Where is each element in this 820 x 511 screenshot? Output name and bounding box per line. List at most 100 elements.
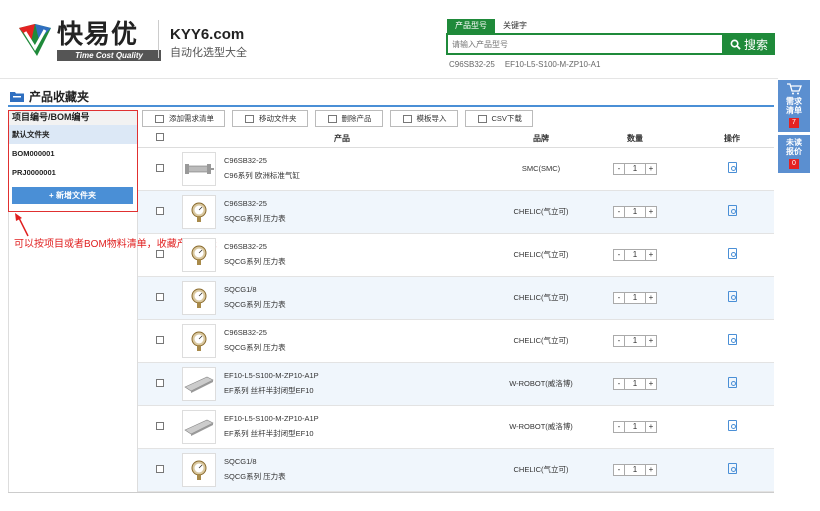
move-folder-button[interactable]: 移动文件夹 — [232, 110, 308, 127]
op-cell — [690, 233, 774, 277]
qty-decrease-button[interactable]: - — [614, 336, 624, 346]
qty-value[interactable]: 1 — [624, 163, 646, 174]
product-cell: C96SB32-25 SQCG系列 压力表 — [182, 319, 502, 363]
search-hint-link[interactable]: C96SB32-25 — [449, 60, 495, 69]
cart-icon — [787, 83, 802, 95]
product-thumbnail[interactable] — [182, 409, 216, 444]
brand-cell: CHELIC(气立可) — [502, 319, 580, 363]
row-checkbox[interactable] — [156, 378, 164, 387]
inquiry-icon[interactable] — [727, 248, 737, 259]
qty-increase-button[interactable]: + — [646, 422, 656, 432]
qty-increase-button[interactable]: + — [646, 379, 656, 389]
product-code[interactable]: SQCG1/8 — [224, 457, 286, 466]
qty-decrease-button[interactable]: - — [614, 164, 624, 174]
op-cell — [690, 190, 774, 234]
qty-value[interactable]: 1 — [624, 249, 646, 260]
inquiry-icon[interactable] — [727, 463, 737, 474]
row-select-cell — [138, 147, 182, 191]
site-subtitle: 自动化选型大全 — [170, 47, 247, 59]
product-table: 产品 品牌 数量 操作 C96SB32-25 C96系列 欧洲标准气缸 SMC(… — [138, 130, 774, 492]
qty-decrease-button[interactable]: - — [614, 250, 624, 260]
tab-product-model[interactable]: 产品型号 — [447, 19, 495, 33]
qty-decrease-button[interactable]: - — [614, 207, 624, 217]
search-hint-link[interactable]: EF10-L5-S100-M-ZP10-A1 — [505, 60, 601, 69]
row-select-cell — [138, 405, 182, 449]
row-checkbox[interactable] — [156, 464, 164, 473]
qty-value[interactable]: 1 — [624, 206, 646, 217]
qty-increase-button[interactable]: + — [646, 336, 656, 346]
site-logo[interactable]: 快易优 Time Cost Quality — [17, 20, 161, 62]
brand-cell: CHELIC(气立可) — [502, 448, 580, 492]
demand-label-2: 清单 — [786, 106, 802, 115]
qty-increase-button[interactable]: + — [646, 164, 656, 174]
product-thumbnail[interactable] — [182, 366, 216, 401]
inquiry-icon[interactable] — [727, 420, 737, 431]
search-button[interactable]: 搜索 — [723, 33, 775, 55]
qty-value[interactable]: 1 — [624, 292, 646, 303]
search-input[interactable] — [448, 35, 722, 53]
product-code[interactable]: C96SB32-25 — [224, 199, 286, 208]
delete-product-button[interactable]: 删除产品 — [314, 110, 383, 127]
qty-value[interactable]: 1 — [624, 378, 646, 389]
row-checkbox[interactable] — [156, 206, 164, 215]
qty-increase-button[interactable]: + — [646, 465, 656, 475]
tab-keyword[interactable]: 关键字 — [495, 19, 535, 33]
select-all-checkbox[interactable] — [156, 133, 164, 142]
product-thumbnail[interactable] — [182, 151, 216, 186]
qty-value[interactable]: 1 — [624, 464, 646, 475]
table-body: C96SB32-25 C96系列 欧洲标准气缸 SMC(SMC) - 1 + C… — [138, 147, 774, 492]
row-select-cell — [138, 362, 182, 406]
inquiry-icon[interactable] — [727, 162, 737, 173]
qty-increase-button[interactable]: + — [646, 293, 656, 303]
product-thumbnail[interactable] — [182, 194, 216, 229]
product-thumbnail[interactable] — [182, 452, 216, 487]
op-cell — [690, 405, 774, 449]
qty-decrease-button[interactable]: - — [614, 422, 624, 432]
row-checkbox[interactable] — [156, 335, 164, 344]
product-thumbnail[interactable] — [182, 323, 216, 358]
inquiry-icon[interactable] — [727, 377, 737, 388]
qty-increase-button[interactable]: + — [646, 250, 656, 260]
op-cell — [690, 362, 774, 406]
button-label: 添加需求清单 — [169, 114, 214, 123]
demand-list-button[interactable]: 需求 清单 7 — [778, 80, 810, 132]
quantity-stepper: - 1 + — [613, 205, 657, 218]
button-label: 模板导入 — [416, 114, 447, 123]
row-checkbox[interactable] — [156, 249, 164, 258]
product-code[interactable]: C96SB32-25 — [224, 156, 300, 165]
product-desc: SQCG系列 压力表 — [224, 214, 286, 223]
product-code[interactable]: EF10-L5-S100-M-ZP10-A1P — [224, 371, 319, 380]
col-op: 操作 — [690, 130, 774, 148]
product-desc: SQCG系列 压力表 — [224, 257, 286, 266]
add-demand-list-button[interactable]: 添加需求清单 — [142, 110, 225, 127]
qty-cell: - 1 + — [580, 405, 690, 449]
product-thumbnail[interactable] — [182, 237, 216, 272]
product-desc: SQCG系列 压力表 — [224, 300, 286, 309]
product-code[interactable]: EF10-L5-S100-M-ZP10-A1P — [224, 414, 319, 423]
qty-value[interactable]: 1 — [624, 335, 646, 346]
product-code[interactable]: C96SB32-25 — [224, 328, 286, 337]
qty-cell: - 1 + — [580, 362, 690, 406]
template-import-button[interactable]: 模板导入 — [389, 110, 458, 127]
floating-panel: 需求 清单 7 未读 报价 0 — [778, 80, 810, 176]
product-code[interactable]: C96SB32-25 — [224, 242, 286, 251]
csv-download-button[interactable]: CSV下载 — [464, 110, 533, 127]
qty-decrease-button[interactable]: - — [614, 465, 624, 475]
qty-decrease-button[interactable]: - — [614, 379, 624, 389]
row-checkbox[interactable] — [156, 421, 164, 430]
qty-decrease-button[interactable]: - — [614, 293, 624, 303]
inquiry-icon[interactable] — [727, 334, 737, 345]
quote-button[interactable]: 未读 报价 0 — [778, 135, 810, 173]
qty-increase-button[interactable]: + — [646, 207, 656, 217]
product-thumbnail[interactable] — [182, 280, 216, 315]
add-list-icon — [155, 114, 164, 123]
qty-cell: - 1 + — [580, 147, 690, 191]
qty-value[interactable]: 1 — [624, 421, 646, 432]
quantity-stepper: - 1 + — [613, 420, 657, 433]
product-code[interactable]: SQCG1/8 — [224, 285, 286, 294]
bottom-divider — [8, 492, 774, 493]
row-checkbox[interactable] — [156, 292, 164, 301]
inquiry-icon[interactable] — [727, 205, 737, 216]
row-checkbox[interactable] — [156, 163, 164, 172]
inquiry-icon[interactable] — [727, 291, 737, 302]
